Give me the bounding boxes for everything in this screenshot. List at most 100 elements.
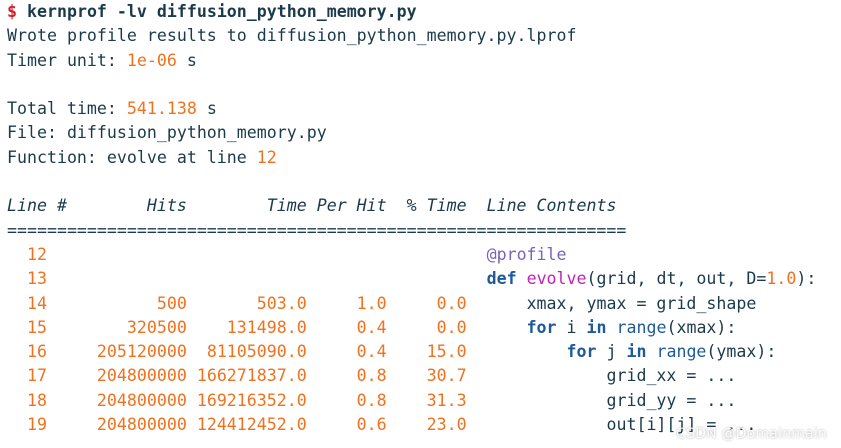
command-text: kernprof -lv diffusion_python_memory.py	[27, 2, 417, 21]
cell-line: 19	[7, 415, 67, 435]
cell-time	[187, 269, 307, 288]
cell-hits: 320500	[66, 317, 187, 337]
function-label: Function: evolve at line	[7, 147, 257, 167]
cell-per-hit	[307, 245, 387, 264]
line-contents: for j in range(ymax):	[467, 342, 777, 361]
builtin-range: range	[656, 342, 707, 362]
cell-time: 124412452.0	[186, 415, 307, 435]
cell-hits	[67, 245, 187, 264]
decorator-text: @profile	[486, 244, 567, 264]
cell-pct: 15.0	[386, 342, 467, 362]
cell-hits: 205120000	[66, 342, 187, 362]
prompt-symbol: $	[7, 2, 17, 21]
timer-line: Timer unit: 1e-06 s	[7, 49, 841, 73]
timer-unit: s	[176, 50, 197, 70]
function-name: evolve	[526, 269, 587, 289]
cell-hits: 204800000	[66, 390, 187, 410]
cell-per-hit: 0.8	[306, 366, 387, 386]
cell-pct: 30.7	[386, 366, 467, 386]
cell-pct	[387, 269, 467, 288]
cell-line: 12	[7, 244, 67, 264]
cell-hits: 204800000	[66, 366, 187, 386]
keyword-in: in	[586, 317, 607, 337]
wrote-line: Wrote profile results to diffusion_pytho…	[7, 26, 577, 46]
line-contents: for i in range(xmax):	[467, 318, 737, 337]
loop-var: i	[556, 317, 587, 337]
function-line: Function: evolve at line 12	[7, 146, 841, 170]
table-body: 12 @profile 13 def evolve(grid, dt, out,…	[7, 243, 841, 437]
cell-pct	[387, 245, 467, 264]
cell-hits	[67, 269, 187, 288]
cell-per-hit: 1.0	[306, 293, 387, 313]
table-header-cell: Line Contents	[466, 196, 617, 216]
cell-hits: 500	[66, 293, 187, 313]
table-row: 15 320500 131498.0 0.4 0.0 for i in rang…	[7, 316, 841, 340]
cell-line: 17	[7, 366, 67, 386]
line-contents: grid_xx = ...	[467, 366, 737, 386]
command-line: $ kernprof -lv diffusion_python_memory.p…	[7, 0, 841, 24]
line-contents: @profile	[467, 245, 567, 264]
cell-line: 14	[7, 293, 67, 313]
cell-per-hit: 0.6	[306, 415, 387, 435]
loop-var: j	[596, 342, 627, 362]
timer-value: 1e-06	[126, 50, 177, 70]
table-header-cell: % Time	[386, 196, 467, 216]
table-header: Line # Hits Time Per Hit % Time Line Con…	[7, 194, 841, 218]
table-row: 13 def evolve(grid, dt, out, D=1.0):	[7, 267, 841, 291]
cell-per-hit: 0.4	[306, 317, 387, 337]
cell-time: 169216352.0	[186, 390, 307, 410]
watermark: CSDN @Domainmain	[676, 426, 827, 442]
cell-pct: 0.0	[386, 293, 467, 313]
table-rule: ========================================…	[7, 220, 627, 240]
file-line: File: diffusion_python_memory.py	[7, 123, 327, 143]
range-args: (xmax):	[666, 317, 737, 337]
args-close: ):	[796, 269, 817, 289]
args-text: (grid, dt, out, D=	[586, 269, 767, 289]
builtin-range: range	[616, 317, 667, 337]
table-row: 18 204800000 169216352.0 0.8 31.3 grid_y…	[7, 389, 841, 413]
default-value: 1.0	[766, 269, 797, 289]
table-header-cell: Per Hit	[306, 196, 387, 216]
table-header-cell: Line #	[7, 196, 67, 216]
total-value: 541.138	[126, 99, 197, 119]
line-contents: xmax, ymax = grid_shape	[467, 294, 757, 313]
code-text: grid_yy = ...	[606, 390, 737, 410]
keyword-for: for	[566, 342, 597, 362]
cell-time: 166271837.0	[186, 366, 307, 386]
cell-per-hit: 0.4	[306, 342, 387, 362]
table-row: 17 204800000 166271837.0 0.8 30.7 grid_x…	[7, 364, 841, 388]
cell-line: 18	[7, 390, 67, 410]
cell-line: 15	[7, 317, 67, 337]
cell-time: 131498.0	[186, 317, 307, 337]
keyword-def: def	[486, 269, 517, 289]
cell-per-hit: 0.8	[306, 390, 387, 410]
cell-line: 16	[7, 342, 67, 362]
code-text: xmax, ymax = grid_shape	[526, 293, 757, 313]
cell-hits: 204800000	[66, 415, 187, 435]
keyword-for: for	[526, 317, 557, 337]
cell-line: 13	[7, 269, 67, 289]
table-row: 12 @profile	[7, 243, 841, 267]
cell-time: 81105090.0	[186, 342, 307, 362]
function-line-number: 12	[256, 147, 277, 167]
total-unit: s	[196, 99, 217, 119]
cell-pct: 0.0	[386, 317, 467, 337]
terminal-output: $ kernprof -lv diffusion_python_memory.p…	[7, 0, 841, 437]
cell-time	[187, 245, 307, 264]
table-row: 14 500 503.0 1.0 0.0 xmax, ymax = grid_s…	[7, 292, 841, 316]
line-contents: def evolve(grid, dt, out, D=1.0):	[467, 269, 817, 288]
table-header-cell: Time	[186, 196, 307, 216]
timer-label: Timer unit:	[7, 50, 127, 70]
code-text: grid_xx = ...	[606, 366, 737, 386]
table-row: 16 205120000 81105090.0 0.4 15.0 for j i…	[7, 340, 841, 364]
total-time-line: Total time: 541.138 s	[7, 97, 841, 121]
cell-time: 503.0	[186, 293, 307, 313]
cell-per-hit	[307, 269, 387, 288]
table-header-cell: Hits	[66, 196, 187, 216]
cell-pct: 23.0	[386, 415, 467, 435]
cell-pct: 31.3	[386, 390, 467, 410]
total-label: Total time:	[7, 99, 127, 119]
range-args: (ymax):	[706, 342, 777, 362]
